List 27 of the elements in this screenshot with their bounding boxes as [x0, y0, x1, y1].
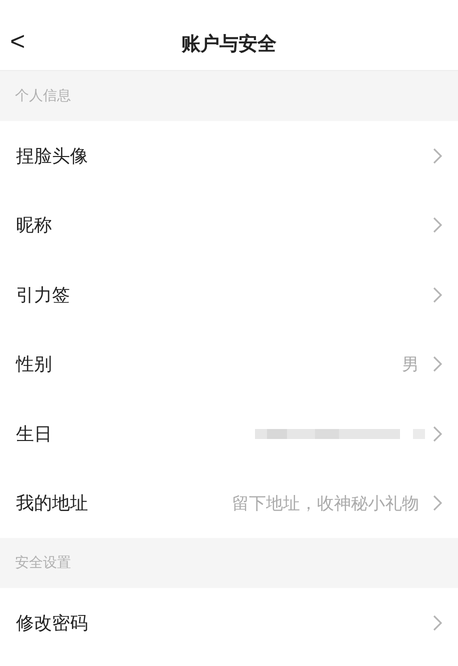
- chevron-right-icon: [433, 286, 442, 303]
- row-label: 我的地址: [16, 492, 89, 516]
- chevron-right-icon: [433, 495, 442, 512]
- row-label: 性别: [16, 353, 53, 376]
- chevron-right-icon: [433, 356, 442, 372]
- chevron-right-icon: [433, 217, 442, 234]
- settings-row[interactable]: 修改密码: [0, 588, 458, 658]
- back-button[interactable]: <: [10, 26, 26, 57]
- settings-row[interactable]: 性别 男: [0, 330, 458, 399]
- section-header: 个人信息: [0, 71, 458, 121]
- row-label: 捏脸头像: [16, 144, 89, 168]
- row-label: 昵称: [16, 214, 53, 238]
- settings-row[interactable]: 引力签: [0, 260, 458, 330]
- chevron-right-icon: [433, 426, 442, 442]
- chevron-right-icon: [433, 614, 442, 631]
- section-header: 安全设置: [0, 538, 458, 588]
- settings-row[interactable]: 生日: [0, 399, 458, 468]
- row-label: 生日: [16, 422, 53, 446]
- settings-row[interactable]: 昵称: [0, 190, 458, 260]
- chevron-right-icon: [433, 148, 442, 164]
- row-label: 引力签: [16, 284, 71, 307]
- settings-row[interactable]: 我的地址 留下地址，收神秘小礼物: [0, 468, 458, 538]
- page-title: 账户与安全: [182, 32, 276, 57]
- settings-row[interactable]: 捏脸头像: [0, 121, 458, 190]
- row-label: 修改密码: [16, 612, 89, 635]
- row-value: 留下地址，收神秘小礼物: [232, 492, 419, 515]
- row-value: 男: [402, 354, 419, 376]
